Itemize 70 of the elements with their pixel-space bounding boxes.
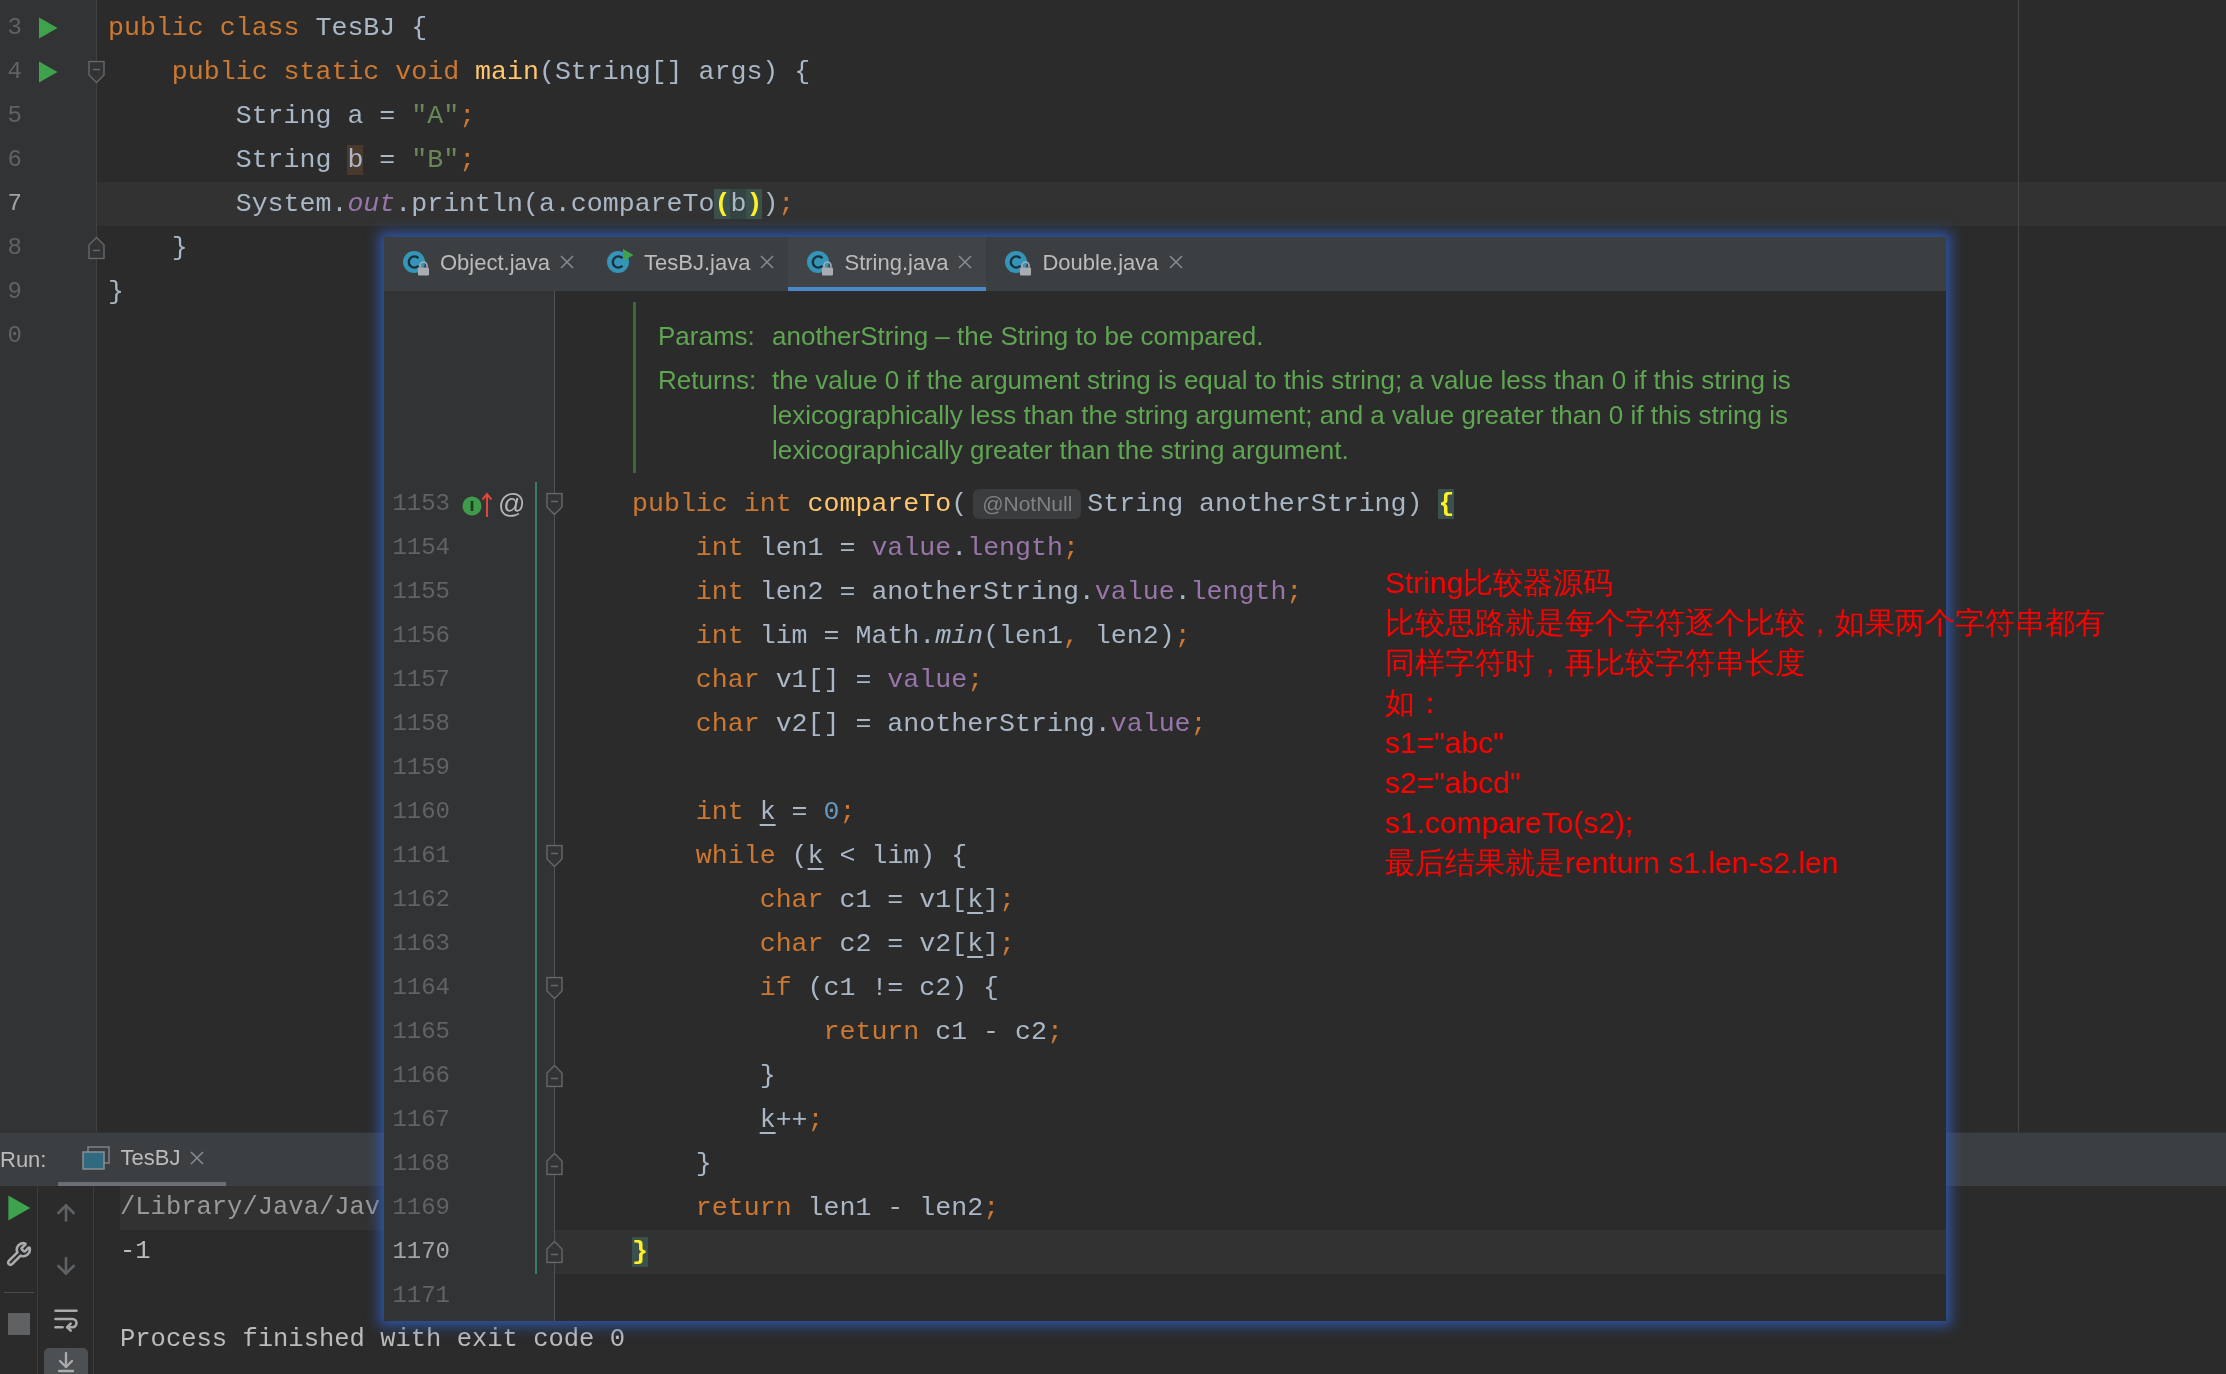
code-line: while (k < lim) { [695,840,968,873]
annotation-text: s1.compareTo(s2); [1385,805,1634,841]
code-line: return c1 - c2; [823,1016,1063,1049]
code-line: int k = 0; [695,796,856,829]
code-line: char v1[] = value; [695,664,984,697]
code-line: public static void main(String[] args) { [171,56,811,89]
editor-tab[interactable]: TesBJ.java [588,237,789,291]
fold-marker-icon[interactable] [88,60,105,84]
console-line: Process finished with exit code 0 [120,1325,625,1354]
code-line: int len2 = anotherString.value.length; [695,576,1303,609]
code-line: char v2[] = anotherString.value; [695,708,1207,741]
fold-marker-icon[interactable] [88,236,105,260]
fold-marker-icon[interactable] [546,1152,563,1176]
class-lock-icon [806,248,835,276]
class-lock-icon [402,248,430,276]
annotation-text: String比较器源码 [1385,565,1614,601]
close-icon[interactable] [760,255,775,269]
inlay-hint: @NotNull [973,489,1082,519]
annotation-text: s2="abcd" [1385,765,1521,801]
stop-icon[interactable] [7,1313,30,1335]
doc-label: Params: [658,321,755,351]
fold-marker-icon[interactable] [546,844,563,868]
close-icon[interactable] [958,255,973,269]
fold-marker-icon[interactable] [546,492,563,516]
wrench-icon[interactable] [5,1241,32,1267]
editor-tab[interactable]: Double.java [986,237,1197,291]
code-line: System.out.println(a.compareTo(b)); [235,188,795,221]
doc-text: the value 0 if the argument string is equal to this string; a value less than 0 if this string is lexicographically less than the string argument; and a value greater than 0 if this string is lexicographically greater than the string argument. [772,364,1792,467]
line-number: 7 [7,189,22,219]
annotation-text: 比较思路就是每个字符逐个比较，如果两个字符串都有同样字符时，再比较字符串长度 [1385,605,2106,681]
fold-marker-icon[interactable] [546,976,563,1000]
editor-tab[interactable]: Object.java [384,237,589,291]
code-line: int len1 = value.length; [695,532,1079,565]
doc-text: anotherString – the String to be compared. [772,320,1264,353]
annotation-text: 最后结果就是renturn s1.len-s2.len [1385,845,1839,881]
code-line: int lim = Math.min(len1, len2); [695,620,1191,653]
method-marker-icon[interactable] [462,491,492,517]
code-line: } [171,232,188,265]
code-line: } [108,276,124,309]
close-icon[interactable] [190,1150,205,1165]
run-label: Run: [0,1146,47,1174]
run-icon[interactable] [38,17,58,39]
code-line: if (c1 != c2) { [759,972,1000,1005]
editor-tab[interactable]: String.java [788,237,987,291]
scroll-to-end-button[interactable] [43,1348,88,1374]
doc-label: Returns: [658,365,757,395]
run-icon[interactable] [38,61,58,83]
code-line: } [759,1060,776,1093]
fold-marker-icon[interactable] [546,1064,563,1088]
code-line: char c2 = v2[k]; [759,928,1016,961]
code-line: char c1 = v1[k]; [759,884,1016,917]
class-lock-icon [1004,248,1033,276]
run-icon[interactable] [6,1195,31,1221]
code-line: public class TesBJ { [108,12,428,45]
code-line: String a = "A"; [235,100,476,133]
class-run-icon [606,248,635,276]
annotation-text: s1="abc" [1385,725,1504,761]
line-number: 1170 [392,1237,450,1267]
console-line: -1 [120,1237,151,1266]
code-line: } [695,1148,712,1181]
close-icon[interactable] [560,255,575,269]
close-icon[interactable] [1168,255,1183,269]
annotation-text: 如： [1385,685,1445,721]
annotation-marker[interactable]: @ [498,489,526,519]
code-line: public int compareTo( [632,488,968,521]
code-line: return len1 - len2; [695,1192,1000,1225]
code-line: String b = "B"; [235,144,476,177]
code-line: String anotherString) { [1087,488,1455,521]
console-window-icon [82,1145,111,1170]
code-line: k++; [759,1104,824,1137]
